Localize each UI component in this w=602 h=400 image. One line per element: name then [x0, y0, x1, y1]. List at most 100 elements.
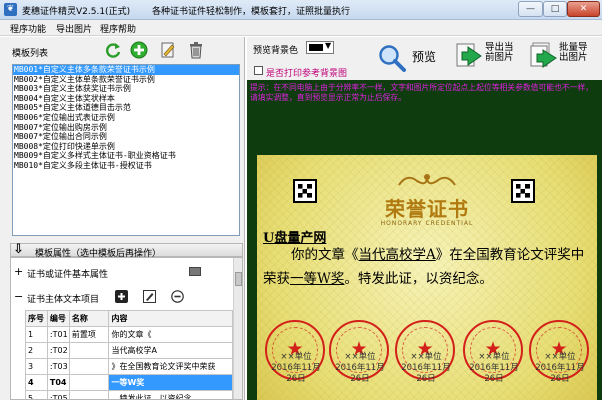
menu-program-help[interactable]: 程序帮助: [100, 22, 136, 35]
list-item[interactable]: MB007*定位输出购房示例: [13, 123, 239, 133]
export-current-icon[interactable]: [455, 41, 485, 71]
certificate-title: 荣誉证书: [385, 197, 469, 221]
tree-item-label: 证书主体文本项目: [27, 295, 100, 305]
certificate-title-en: HONORARY CREDENTIAL: [380, 220, 474, 227]
cell-index: 4: [25, 374, 48, 391]
color-swatch-icon[interactable]: [189, 267, 201, 276]
text-items-table: 序号 编号 名称 内容 1 :T01 前置项 你的文章《 2 :T02 当代高校…: [25, 310, 233, 399]
edit-template-icon[interactable]: [159, 41, 177, 59]
body-text-2: 当代高校学A: [358, 247, 436, 263]
template-list-label: 模板列表: [12, 49, 49, 59]
template-list[interactable]: MB001*自定义主体多条款荣誉证书示例 MB002*自定义主体单条款荣誉证书示…: [12, 64, 240, 236]
properties-scrollbar[interactable]: [233, 258, 242, 399]
signature-block: ××单位 2016年11月26日: [465, 352, 523, 385]
list-item[interactable]: MB003*自定义主体获奖证书示例: [13, 84, 239, 94]
menu-export-image[interactable]: 导出图片: [56, 22, 92, 35]
cell-index: 3: [25, 358, 48, 375]
app-icon: ❦: [4, 3, 17, 16]
table-header-row: 序号 编号 名称 内容: [25, 310, 233, 327]
cell-content[interactable]: 》在全国教育论文评奖中荣获: [108, 358, 233, 375]
list-item[interactable]: MB008*定位打印快递单示例: [13, 142, 239, 152]
template-properties-header[interactable]: ⇩ 模板属性（选中模板后再操作）: [10, 242, 243, 259]
list-item[interactable]: MB009*自定义多样式主体证书-职业资格证书: [13, 151, 239, 161]
list-item[interactable]: MB005*自定义主体道德目击示范: [13, 103, 239, 113]
menu-bar: 程序功能 导出图片 程序帮助: [0, 20, 602, 36]
preview-button[interactable]: 预览: [412, 48, 436, 65]
dropdown-arrow-icon: ▼: [325, 41, 332, 50]
signature-date: 2016年11月26日: [271, 363, 321, 384]
batch-export-button[interactable]: 批量导 出图片: [559, 43, 588, 63]
table-row-selected[interactable]: 4 T04 一等W奖: [25, 374, 233, 391]
signature-date: 2016年11月26日: [401, 363, 451, 384]
body-text-4: 一等W奖: [290, 271, 345, 287]
cell-name[interactable]: 前置项: [68, 326, 110, 343]
column-header: 内容: [108, 310, 233, 327]
batch-export-icon[interactable]: [529, 41, 559, 71]
table-row[interactable]: 3 :T03 》在全国教育论文评奖中荣获: [25, 358, 233, 375]
collapse-icon[interactable]: −: [14, 290, 23, 303]
left-panel: 模板列表 MB001*自定义主体多条款荣誉证书示例 MB002*自定义主体单条款…: [0, 37, 245, 400]
delete-template-icon[interactable]: [187, 41, 205, 59]
cell-content[interactable]: 当代高校学A: [108, 342, 233, 359]
cell-name[interactable]: [68, 358, 110, 375]
body-text-5: 。特发此证，以资纪念。: [344, 271, 493, 287]
edit-row-icon[interactable]: [143, 290, 156, 303]
signature-org: ××单位: [478, 352, 510, 362]
cell-code[interactable]: :T02: [46, 342, 70, 359]
batch-export-line2: 出图片: [559, 52, 588, 63]
cell-code[interactable]: T04: [46, 374, 70, 391]
cell-content[interactable]: 一等W奖: [108, 374, 233, 391]
print-background-checkbox[interactable]: [254, 66, 263, 75]
cell-content[interactable]: 你的文章《: [108, 326, 233, 343]
list-item[interactable]: MB006*定位输出式表证示例: [13, 113, 239, 123]
list-item[interactable]: MB007*定位输出合同示例: [13, 132, 239, 142]
signature-block: ××单位 2016年11月26日: [397, 352, 455, 385]
column-header: 编号: [46, 310, 70, 327]
tree-item-text-items[interactable]: − 证书主体文本项目: [11, 289, 233, 305]
signature-date: 2016年11月26日: [535, 363, 585, 384]
signature-date: 2016年11月26日: [335, 363, 385, 384]
scrollbar-thumb[interactable]: [235, 272, 242, 286]
cell-name[interactable]: [68, 342, 110, 359]
menu-program-functions[interactable]: 程序功能: [10, 22, 46, 35]
column-header: 名称: [68, 310, 110, 327]
add-template-icon[interactable]: [130, 41, 148, 59]
export-current-button[interactable]: 导出当 前图片: [485, 43, 514, 63]
cell-content[interactable]: 。特发此证，以资纪念。: [108, 390, 233, 399]
cell-index: 5: [25, 390, 48, 399]
table-row[interactable]: 5 :T05 。特发此证，以资纪念。: [25, 390, 233, 399]
preview-bg-color-picker[interactable]: ▼: [306, 41, 334, 54]
remove-row-icon[interactable]: [171, 290, 184, 303]
window-title: 麦穗证件精灵V2.5.1(正式): [22, 7, 131, 17]
preview-bg-label: 预览背景色: [253, 46, 299, 56]
cell-code[interactable]: :T01: [46, 326, 70, 343]
list-item[interactable]: MB004*自定义主体奖状样本: [13, 94, 239, 104]
cell-index: 2: [25, 342, 48, 359]
cell-code[interactable]: :T05: [46, 390, 70, 399]
add-row-icon[interactable]: [115, 290, 128, 303]
minimize-button[interactable]: —: [518, 1, 543, 17]
collapse-arrow-icon[interactable]: ⇩: [13, 242, 24, 257]
print-background-label: 是否打印参考背景图: [266, 69, 348, 79]
table-row[interactable]: 2 :T02 当代高校学A: [25, 342, 233, 359]
expand-icon[interactable]: +: [14, 265, 23, 278]
magnifier-icon[interactable]: [377, 43, 407, 73]
signature-date: 2016年11月26日: [469, 363, 519, 384]
close-button[interactable]: ✕: [567, 1, 600, 17]
certificate-preview: 荣誉证书 HONORARY CREDENTIAL U盘量产网 你的文章《当代高校…: [257, 155, 597, 400]
signature-org: ××单位: [280, 352, 312, 362]
resolution-warning: 提示：在不同电脑上由于分辨率不一样，文字和图片所定位起点上起位等相关参数值可能也…: [250, 83, 594, 102]
template-properties-panel: + 证书或证件基本属性 − 证书主体文本项目 序号 编号 名称 内容 1:T0…: [10, 257, 243, 400]
cell-name[interactable]: [68, 374, 110, 391]
list-item[interactable]: MB010*自定义多段主体证书-授权证书: [13, 161, 239, 171]
list-item[interactable]: MB002*自定义主体单条款荣誉证书示例: [13, 75, 239, 85]
refresh-icon[interactable]: [104, 41, 122, 59]
signature-org: ××单位: [344, 352, 376, 362]
maximize-button[interactable]: □: [543, 1, 567, 17]
table-row[interactable]: 1 :T01 前置项 你的文章《: [25, 326, 233, 343]
title-bar: ❦ 麦穗证件精灵V2.5.1(正式) 各种证书证件轻松制作，模板套打，证照批量执…: [0, 0, 602, 20]
cell-name[interactable]: [68, 390, 110, 399]
tree-item-basic-properties[interactable]: + 证书或证件基本属性: [11, 264, 233, 280]
cell-code[interactable]: :T03: [46, 358, 70, 375]
list-item[interactable]: MB001*自定义主体多条款荣誉证书示例: [13, 65, 239, 75]
